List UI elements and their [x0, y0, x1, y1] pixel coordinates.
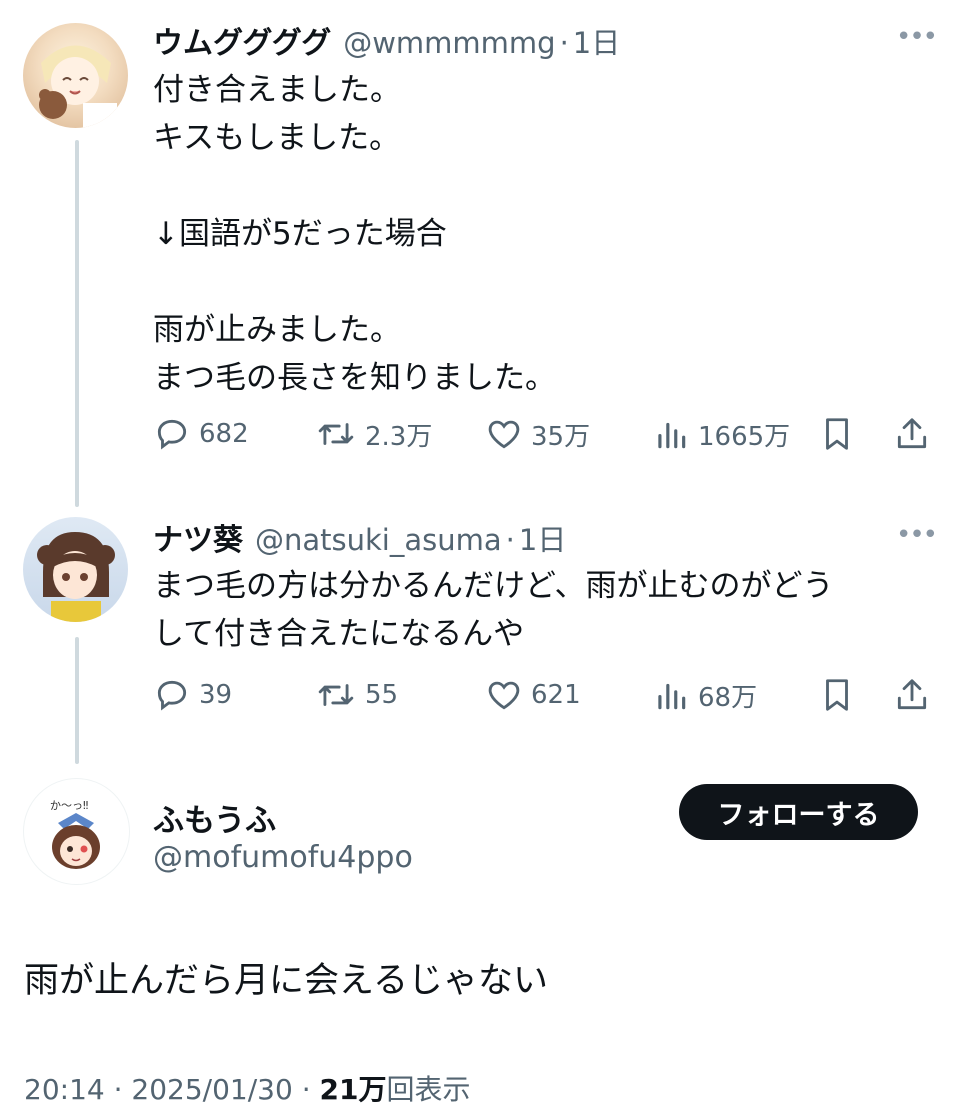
- more-options-icon[interactable]: •••: [896, 22, 938, 52]
- bar-chart-icon: [658, 422, 686, 449]
- tweet-time[interactable]: 20:14: [24, 1073, 105, 1106]
- views-label: 回表示: [386, 1073, 471, 1106]
- retweet-count: 55: [365, 680, 399, 710]
- user-handle[interactable]: @mofumofu4ppo: [153, 840, 413, 875]
- view-count: 68万: [698, 682, 758, 713]
- tweet-text: 雨が止んだら月に会えるじゃない: [24, 961, 548, 1001]
- view-count: 1665万: [698, 421, 791, 452]
- retweet-button[interactable]: 2.3万: [315, 415, 432, 453]
- avatar[interactable]: [23, 23, 128, 128]
- like-button[interactable]: 621: [485, 676, 581, 714]
- thread-line: [75, 637, 79, 764]
- follow-button[interactable]: フォローする: [679, 784, 918, 840]
- reply-button[interactable]: 682: [153, 415, 249, 453]
- separator: ·: [559, 26, 569, 60]
- share-icon: [897, 679, 927, 710]
- reply-count: 39: [199, 680, 233, 710]
- views-button[interactable]: 68万: [652, 676, 757, 714]
- avatar[interactable]: [23, 517, 128, 622]
- retweet-button[interactable]: 55: [315, 676, 398, 714]
- heart-icon: [488, 681, 520, 710]
- tweet-header: ウムググググ @wmmmmmg · 1日: [153, 18, 620, 62]
- tweet-meta: 20:14 · 2025/01/30 · 21万回表示: [24, 1068, 471, 1108]
- tweet-text: 付き合えました。 キスもしました。 ↓国語が5だった場合 雨が止みました。 まつ…: [153, 66, 556, 402]
- like-count: 621: [531, 680, 581, 710]
- tweet-line: 雨が止みました。: [153, 312, 401, 348]
- tweet-line: まつ毛の方は分かるんだけど、雨が止むのがどう: [153, 568, 834, 604]
- retweet-icon: [318, 423, 354, 445]
- more-options-icon[interactable]: •••: [896, 520, 938, 550]
- display-name[interactable]: ナツ葵: [153, 515, 243, 559]
- tweet-header: ナツ葵 @natsuki_asuma · 1日: [153, 515, 566, 559]
- retweet-icon: [318, 684, 354, 706]
- avatar-illustration: [37, 532, 115, 622]
- tweet-line: 付き合えました。: [153, 72, 401, 108]
- user-handle[interactable]: @natsuki_asuma: [255, 523, 502, 557]
- tweet-text: まつ毛の方は分かるんだけど、雨が止むのがどう して付き合えたになるんや: [153, 562, 833, 658]
- tweet-date[interactable]: 2025/01/30: [131, 1073, 292, 1106]
- thread-line: [75, 140, 79, 507]
- bookmark-icon: [826, 418, 848, 450]
- reply-count: 682: [199, 419, 249, 449]
- tweet-line: ↓国語が5だった場合: [153, 216, 447, 252]
- heart-icon: [488, 420, 520, 449]
- avatar-text: か〜っ‼: [50, 799, 88, 812]
- tweet-line: キスもしました。: [153, 120, 401, 156]
- like-button[interactable]: 35万: [485, 415, 590, 453]
- tweet-time[interactable]: 1日: [519, 517, 566, 559]
- reply-button[interactable]: 39: [153, 676, 232, 714]
- display-name[interactable]: ウムググググ: [153, 18, 331, 62]
- share-button[interactable]: [893, 676, 931, 714]
- tweet-line: して付き合えたになるんや: [153, 616, 525, 652]
- share-icon: [897, 418, 927, 449]
- reply-icon: [157, 680, 187, 711]
- bar-chart-icon: [658, 683, 686, 710]
- avatar-illustration: か〜っ‼: [50, 799, 100, 869]
- bookmark-button[interactable]: [818, 415, 856, 453]
- separator: ·: [505, 523, 515, 557]
- tweet-line: まつ毛の長さを知りました。: [153, 360, 556, 396]
- avatar[interactable]: か〜っ‼: [23, 778, 130, 885]
- share-button[interactable]: [893, 415, 931, 453]
- separator: ·: [301, 1073, 311, 1106]
- avatar-illustration: [39, 45, 117, 128]
- user-handle[interactable]: @wmmmmmg: [343, 26, 555, 60]
- retweet-count: 2.3万: [365, 421, 433, 452]
- bookmark-icon: [826, 679, 848, 711]
- views-button[interactable]: 1665万: [652, 415, 790, 453]
- bookmark-button[interactable]: [818, 676, 856, 714]
- view-count: 21万: [319, 1073, 387, 1106]
- separator: ·: [113, 1073, 123, 1106]
- display-name[interactable]: ふもうふ: [153, 795, 276, 840]
- reply-icon: [157, 419, 187, 450]
- tweet-time[interactable]: 1日: [573, 20, 620, 62]
- like-count: 35万: [531, 421, 591, 452]
